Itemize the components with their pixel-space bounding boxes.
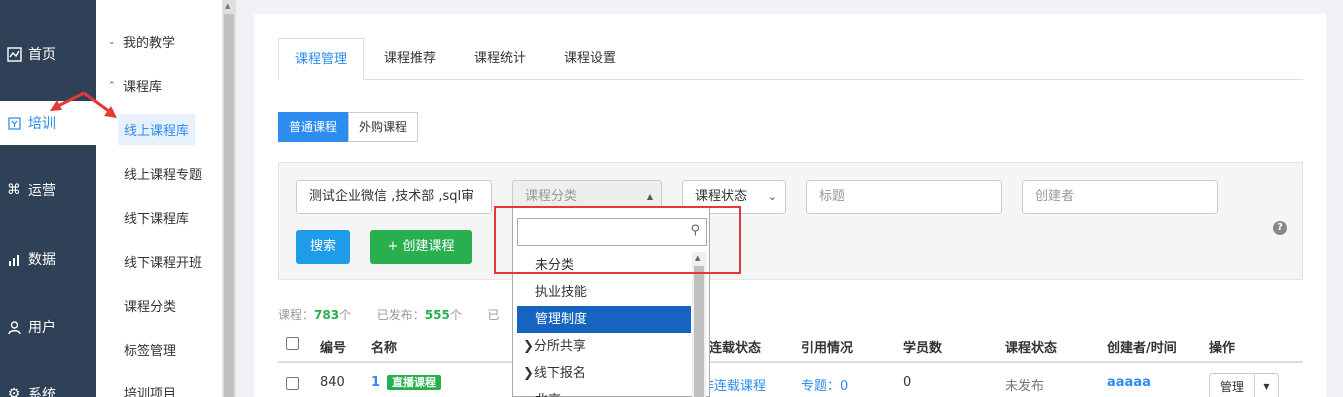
subnav-item-label: 线下课程开班 (124, 256, 203, 271)
row-serial: 非连载课程 (701, 379, 767, 394)
col-reference: 引用情况 (801, 341, 854, 356)
subnav-item-label: 线上课程专题 (124, 168, 203, 183)
table-row: 840 1 直播课程 非连载课程 专题：0 0 未发布 aaaaa 管理 ▼ (278, 365, 1303, 397)
annotation-arrow-left (55, 91, 85, 109)
col-id: 编号 (320, 341, 347, 356)
live-badge-label: 直播课程 (387, 375, 441, 390)
col-serial: 连载状态 (709, 341, 762, 356)
stat-course-count: 783 (314, 308, 340, 322)
gear-icon: ⚙ (7, 386, 21, 397)
live-badge: 直播课程 (387, 374, 441, 390)
create-course-button[interactable]: + 创建课程 (370, 230, 472, 264)
nav-data[interactable]: 数据 (0, 237, 96, 281)
nav-operations[interactable]: ⌘ 运营 (0, 168, 96, 212)
command-icon: ⌘ (7, 182, 21, 198)
tab-course-settings[interactable]: 课程设置 (548, 38, 632, 80)
nav-users[interactable]: 用户 (0, 305, 96, 349)
search-button[interactable]: 搜索 (296, 230, 350, 264)
col-name: 名称 (371, 341, 398, 356)
stat-course-label: 课程： (278, 308, 315, 322)
creator-input[interactable]: 创建者 (1022, 180, 1218, 214)
course-type-toggle: 普通课程 外购课程 (278, 112, 419, 142)
nav-system[interactable]: ⚙ 系统 (0, 372, 96, 397)
category-option-selected[interactable]: 管理制度 (517, 306, 691, 333)
external-course-button[interactable]: 外购课程 (348, 112, 419, 142)
department-select[interactable]: 测试企业微信 ,技术部 ,sql审 (296, 180, 492, 214)
chevron-down-icon: ⌄ (767, 190, 777, 203)
subnav-item-projects[interactable]: 培训项目 (96, 383, 222, 397)
subnav-item-label: 培训项目 (124, 387, 177, 397)
chevron-right-icon: ❯ (523, 339, 534, 354)
actions-dropdown-caret-icon[interactable]: ▼ (1255, 373, 1279, 397)
category-option[interactable]: 北京 (517, 387, 691, 397)
subnav-item-tags[interactable]: 标签管理 (96, 340, 222, 359)
subnav-item-label: 课程分类 (124, 300, 177, 315)
row-reference-link[interactable]: 专题：0 (801, 375, 848, 394)
row-id: 840 (320, 375, 345, 390)
title-input[interactable]: 标题 (806, 180, 1002, 214)
category-group-label: 分所共享 (533, 339, 586, 354)
stat-truncated: 已 (487, 308, 500, 322)
status-label: 课程状态 (695, 189, 748, 204)
stat-published-label: 已发布： (376, 308, 425, 322)
col-status: 课程状态 (1005, 341, 1058, 356)
table-header: 编号 名称 连载状态 引用情况 学员数 课程状态 创建者/时间 操作 (278, 329, 1303, 363)
col-actions: 操作 (1209, 341, 1236, 356)
stat-published-count: 555 (424, 308, 450, 322)
nav-data-label: 数据 (28, 252, 56, 268)
chevron-right-icon: ❯ (523, 366, 534, 381)
help-icon[interactable]: ? (1273, 221, 1287, 235)
select-all-checkbox[interactable] (286, 337, 299, 350)
stat-published-unit: 个 (449, 308, 462, 322)
col-creator: 创建者/时间 (1107, 341, 1177, 356)
subnav-item-offline-courses[interactable]: 线下课程库 (96, 208, 222, 227)
subnav-item-offline-classes[interactable]: 线下课程开班 (96, 252, 222, 271)
category-option[interactable]: 执业技能 (517, 279, 691, 306)
row-students: 0 (903, 375, 912, 390)
dropdown-scrollbar-thumb[interactable] (694, 266, 704, 397)
row-checkbox[interactable] (286, 377, 299, 390)
tab-bar: 课程管理 课程推荐 课程统计 课程设置 (278, 38, 1303, 80)
annotation-highlight-box (494, 206, 741, 274)
subnav-item-label: 标签管理 (124, 344, 177, 359)
user-icon (6, 319, 22, 335)
row-creator[interactable]: aaaaa (1107, 375, 1151, 390)
row-status: 未发布 (1005, 379, 1045, 394)
tab-course-recommend[interactable]: 课程推荐 (368, 38, 452, 80)
normal-course-button[interactable]: 普通课程 (278, 112, 349, 142)
bar-chart-icon (6, 251, 22, 267)
category-group-option[interactable]: ❯线下报名 (517, 360, 691, 387)
tab-course-management[interactable]: 课程管理 (278, 38, 365, 80)
tab-course-statistics[interactable]: 课程统计 (458, 38, 542, 80)
main-panel: 课程管理 课程推荐 课程统计 课程设置 普通课程 外购课程 测试企业微信 ,技术… (254, 14, 1326, 397)
nav-users-label: 用户 (28, 320, 56, 336)
filter-panel: 测试企业微信 ,技术部 ,sql审 课程分类 ▲ 课程状态 ⌄ 标题 创建者 搜… (278, 162, 1303, 280)
subnav-item-categories[interactable]: 课程分类 (96, 296, 222, 315)
row-name-link[interactable]: 1 (371, 375, 380, 390)
annotation-arrow-right (83, 91, 111, 114)
subnav-item-label: 线下课程库 (124, 212, 190, 227)
category-placeholder: 课程分类 (525, 189, 578, 204)
stat-course-unit: 个 (339, 308, 352, 322)
nav-system-label: 系统 (28, 387, 56, 397)
subnav-item-online-topics[interactable]: 线上课程专题 (96, 164, 222, 183)
manage-button[interactable]: 管理 (1209, 373, 1255, 397)
category-group-option[interactable]: ❯分所共享 (517, 333, 691, 360)
annotation-arrows (50, 91, 117, 118)
nav-operations-label: 运营 (28, 183, 56, 199)
col-students: 学员数 (903, 341, 943, 356)
category-group-label: 线下报名 (533, 366, 586, 381)
course-stats: 课程：783个 已发布：555个 已 (278, 306, 500, 323)
